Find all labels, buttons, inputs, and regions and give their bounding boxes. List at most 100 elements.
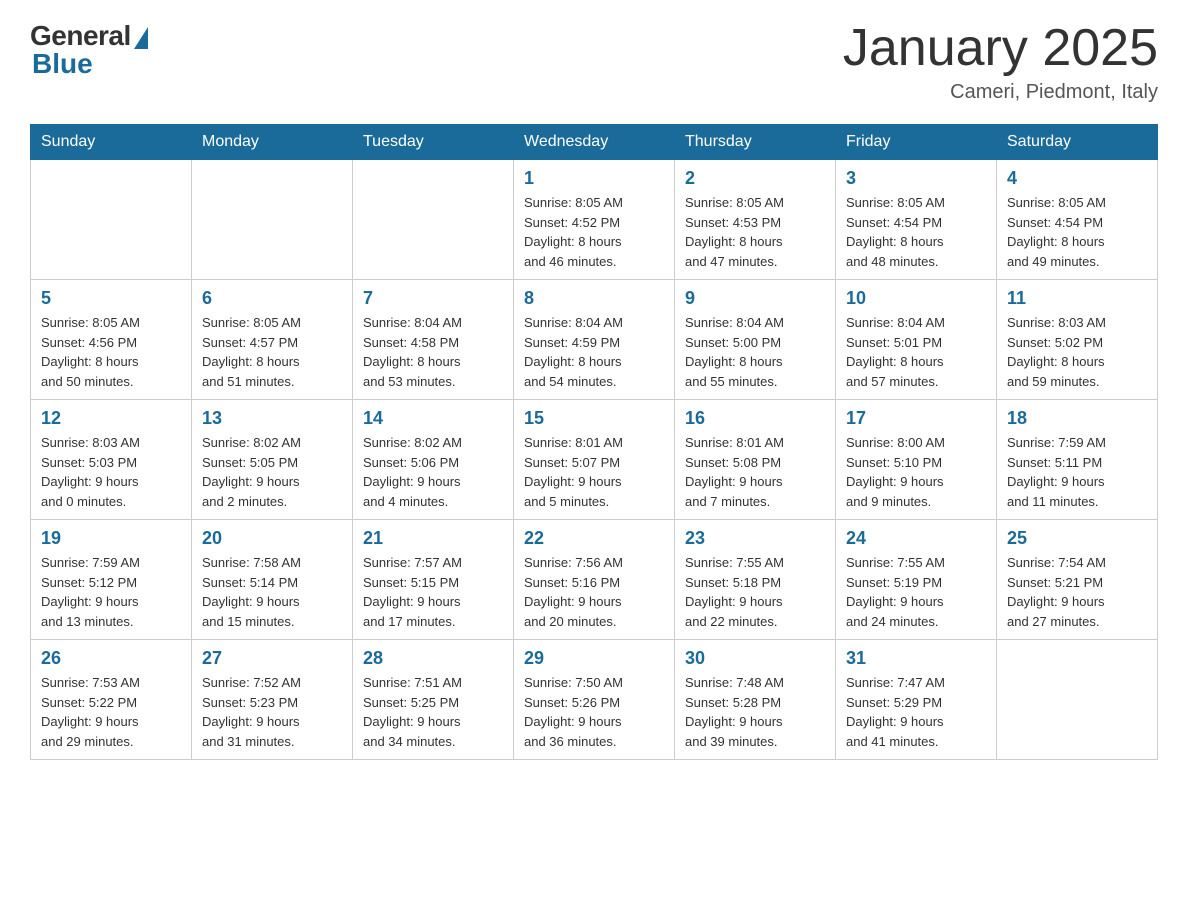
- calendar-cell: 4 Sunrise: 8:05 AMSunset: 4:54 PMDaylight…: [997, 160, 1158, 280]
- weekday-row: SundayMondayTuesdayWednesdayThursdayFrid…: [31, 125, 1158, 160]
- day-number: 7: [363, 288, 503, 309]
- calendar-week-5: 26Sunrise: 7:53 AMSunset: 5:22 PMDayligh…: [31, 640, 1158, 760]
- calendar-body: 1 Sunrise: 8:05 AMSunset: 4:52 PMDaylight…: [31, 160, 1158, 760]
- calendar-cell: 27Sunrise: 7:52 AMSunset: 5:23 PMDayligh…: [192, 640, 353, 760]
- day-info: Sunrise: 7:57 AMSunset: 5:15 PMDaylight:…: [363, 553, 503, 631]
- weekday-header-wednesday: Wednesday: [514, 125, 675, 160]
- calendar-cell: [997, 640, 1158, 760]
- calendar-cell: 2 Sunrise: 8:05 AMSunset: 4:53 PMDaylight…: [675, 160, 836, 280]
- day-info: Sunrise: 7:51 AMSunset: 5:25 PMDaylight:…: [363, 673, 503, 751]
- day-info: Sunrise: 7:56 AMSunset: 5:16 PMDaylight:…: [524, 553, 664, 631]
- day-number: 13: [202, 408, 342, 429]
- day-info: Sunrise: 8:02 AMSunset: 5:06 PMDaylight:…: [363, 433, 503, 511]
- day-number: 23: [685, 528, 825, 549]
- day-number: 21: [363, 528, 503, 549]
- calendar-cell: 19 Sunrise: 7:59 AMSunset: 5:12 PMDayligh…: [31, 520, 192, 640]
- calendar-cell: 14 Sunrise: 8:02 AMSunset: 5:06 PMDayligh…: [353, 400, 514, 520]
- weekday-header-tuesday: Tuesday: [353, 125, 514, 160]
- day-number: 11: [1007, 288, 1147, 309]
- day-number: 20: [202, 528, 342, 549]
- calendar-cell: [353, 160, 514, 280]
- calendar-cell: 7 Sunrise: 8:04 AMSunset: 4:58 PMDaylight…: [353, 280, 514, 400]
- day-number: 8: [524, 288, 664, 309]
- day-info: Sunrise: 8:01 AMSunset: 5:07 PMDaylight:…: [524, 433, 664, 511]
- day-info: Sunrise: 8:05 AMSunset: 4:56 PMDaylight:…: [41, 313, 181, 391]
- day-number: 30: [685, 648, 825, 669]
- day-number: 29: [524, 648, 664, 669]
- calendar-cell: 13 Sunrise: 8:02 AMSunset: 5:05 PMDayligh…: [192, 400, 353, 520]
- day-info: Sunrise: 8:00 AMSunset: 5:10 PMDaylight:…: [846, 433, 986, 511]
- title-area: January 2025 Cameri, Piedmont, Italy: [843, 20, 1158, 104]
- weekday-header-friday: Friday: [836, 125, 997, 160]
- day-info: Sunrise: 8:05 AMSunset: 4:54 PMDaylight:…: [846, 193, 986, 271]
- calendar-cell: 1 Sunrise: 8:05 AMSunset: 4:52 PMDaylight…: [514, 160, 675, 280]
- calendar-cell: 29 Sunrise: 7:50 AMSunset: 5:26 PMDayligh…: [514, 640, 675, 760]
- weekday-header-thursday: Thursday: [675, 125, 836, 160]
- calendar-header: SundayMondayTuesdayWednesdayThursdayFrid…: [31, 125, 1158, 160]
- calendar-cell: 23 Sunrise: 7:55 AMSunset: 5:18 PMDayligh…: [675, 520, 836, 640]
- calendar-cell: 10Sunrise: 8:04 AMSunset: 5:01 PMDayligh…: [836, 280, 997, 400]
- calendar-week-3: 12 Sunrise: 8:03 AMSunset: 5:03 PMDayligh…: [31, 400, 1158, 520]
- day-number: 12: [41, 408, 181, 429]
- day-number: 19: [41, 528, 181, 549]
- logo: General Blue: [30, 20, 148, 80]
- day-info: Sunrise: 8:04 AMSunset: 5:00 PMDaylight:…: [685, 313, 825, 391]
- day-info: Sunrise: 7:50 AMSunset: 5:26 PMDaylight:…: [524, 673, 664, 751]
- calendar-cell: 25Sunrise: 7:54 AMSunset: 5:21 PMDayligh…: [997, 520, 1158, 640]
- day-info: Sunrise: 7:55 AMSunset: 5:18 PMDaylight:…: [685, 553, 825, 631]
- day-number: 22: [524, 528, 664, 549]
- day-number: 1: [524, 168, 664, 189]
- day-number: 24: [846, 528, 986, 549]
- calendar-cell: 21 Sunrise: 7:57 AMSunset: 5:15 PMDayligh…: [353, 520, 514, 640]
- day-info: Sunrise: 8:03 AMSunset: 5:03 PMDaylight:…: [41, 433, 181, 511]
- day-info: Sunrise: 7:48 AMSunset: 5:28 PMDaylight:…: [685, 673, 825, 751]
- calendar-cell: 16 Sunrise: 8:01 AMSunset: 5:08 PMDayligh…: [675, 400, 836, 520]
- location-subtitle: Cameri, Piedmont, Italy: [843, 81, 1158, 104]
- day-info: Sunrise: 7:47 AMSunset: 5:29 PMDaylight:…: [846, 673, 986, 751]
- day-number: 4: [1007, 168, 1147, 189]
- day-number: 5: [41, 288, 181, 309]
- day-number: 16: [685, 408, 825, 429]
- calendar-cell: 20Sunrise: 7:58 AMSunset: 5:14 PMDayligh…: [192, 520, 353, 640]
- day-number: 31: [846, 648, 986, 669]
- calendar-week-4: 19 Sunrise: 7:59 AMSunset: 5:12 PMDayligh…: [31, 520, 1158, 640]
- day-info: Sunrise: 8:05 AMSunset: 4:54 PMDaylight:…: [1007, 193, 1147, 271]
- calendar-cell: 22 Sunrise: 7:56 AMSunset: 5:16 PMDayligh…: [514, 520, 675, 640]
- page-header: General Blue January 2025 Cameri, Piedmo…: [30, 20, 1158, 104]
- calendar-cell: 17 Sunrise: 8:00 AMSunset: 5:10 PMDayligh…: [836, 400, 997, 520]
- day-number: 18: [1007, 408, 1147, 429]
- day-number: 6: [202, 288, 342, 309]
- calendar-cell: 26Sunrise: 7:53 AMSunset: 5:22 PMDayligh…: [31, 640, 192, 760]
- day-info: Sunrise: 8:04 AMSunset: 4:59 PMDaylight:…: [524, 313, 664, 391]
- calendar-cell: 31 Sunrise: 7:47 AMSunset: 5:29 PMDayligh…: [836, 640, 997, 760]
- day-info: Sunrise: 8:05 AMSunset: 4:53 PMDaylight:…: [685, 193, 825, 271]
- calendar-cell: 15Sunrise: 8:01 AMSunset: 5:07 PMDayligh…: [514, 400, 675, 520]
- calendar-cell: 30 Sunrise: 7:48 AMSunset: 5:28 PMDayligh…: [675, 640, 836, 760]
- day-info: Sunrise: 8:02 AMSunset: 5:05 PMDaylight:…: [202, 433, 342, 511]
- day-info: Sunrise: 8:04 AMSunset: 5:01 PMDaylight:…: [846, 313, 986, 391]
- day-number: 25: [1007, 528, 1147, 549]
- day-info: Sunrise: 8:05 AMSunset: 4:52 PMDaylight:…: [524, 193, 664, 271]
- logo-blue-text: Blue: [32, 48, 93, 80]
- day-info: Sunrise: 8:03 AMSunset: 5:02 PMDaylight:…: [1007, 313, 1147, 391]
- day-info: Sunrise: 8:01 AMSunset: 5:08 PMDaylight:…: [685, 433, 825, 511]
- month-title: January 2025: [843, 20, 1158, 77]
- calendar-cell: [31, 160, 192, 280]
- calendar-cell: 9Sunrise: 8:04 AMSunset: 5:00 PMDaylight…: [675, 280, 836, 400]
- day-info: Sunrise: 7:55 AMSunset: 5:19 PMDaylight:…: [846, 553, 986, 631]
- day-info: Sunrise: 7:59 AMSunset: 5:12 PMDaylight:…: [41, 553, 181, 631]
- day-number: 14: [363, 408, 503, 429]
- calendar-cell: [192, 160, 353, 280]
- weekday-header-monday: Monday: [192, 125, 353, 160]
- weekday-header-saturday: Saturday: [997, 125, 1158, 160]
- logo-triangle-icon: [134, 27, 148, 49]
- day-info: Sunrise: 8:04 AMSunset: 4:58 PMDaylight:…: [363, 313, 503, 391]
- day-info: Sunrise: 7:53 AMSunset: 5:22 PMDaylight:…: [41, 673, 181, 751]
- day-number: 17: [846, 408, 986, 429]
- day-number: 2: [685, 168, 825, 189]
- calendar-cell: 5 Sunrise: 8:05 AMSunset: 4:56 PMDaylight…: [31, 280, 192, 400]
- calendar-week-2: 5 Sunrise: 8:05 AMSunset: 4:56 PMDaylight…: [31, 280, 1158, 400]
- calendar-cell: 18Sunrise: 7:59 AMSunset: 5:11 PMDayligh…: [997, 400, 1158, 520]
- calendar-week-1: 1 Sunrise: 8:05 AMSunset: 4:52 PMDaylight…: [31, 160, 1158, 280]
- day-info: Sunrise: 7:52 AMSunset: 5:23 PMDaylight:…: [202, 673, 342, 751]
